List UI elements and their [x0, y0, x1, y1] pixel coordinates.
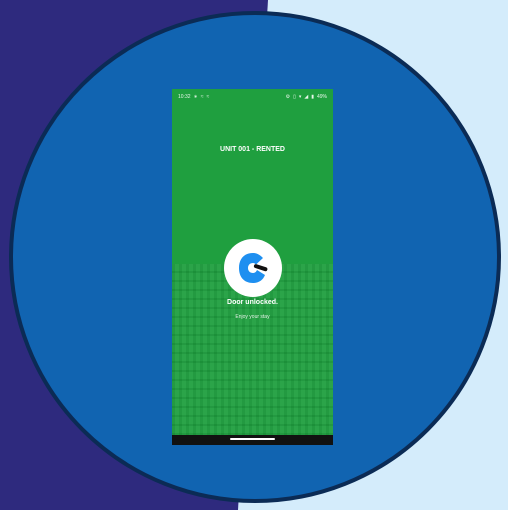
status-left: 10:32 ∗ ≈ ≈: [178, 94, 209, 100]
phone-screen: 10:32 ∗ ≈ ≈ ⚙ ▯ ▾ ◢ ▮ 49% UNIT 001 - REN…: [172, 89, 333, 445]
status-time: 10:32: [178, 94, 191, 100]
battery-icon: ▮: [311, 94, 314, 100]
unit-title: UNIT 001 - RENTED: [220, 146, 285, 153]
home-indicator[interactable]: [230, 438, 275, 440]
door-status-submessage: Enjoy your stay: [235, 314, 270, 320]
wifi-icon: ▾: [298, 94, 302, 100]
status-right: ⚙ ▯ ▾ ◢ ▮ 49%: [286, 94, 327, 100]
settings-icon: ⚙: [285, 94, 291, 100]
door-status-message: Door unlocked.: [227, 299, 278, 306]
door-lock-icon: [224, 239, 282, 297]
navigation-bar: [172, 435, 333, 445]
notification-icon: ≈: [200, 94, 204, 100]
status-bar: 10:32 ∗ ≈ ≈ ⚙ ▯ ▾ ◢ ▮ 49%: [172, 89, 333, 105]
battery-level: 49%: [316, 94, 327, 100]
vibrate-icon: ▯: [293, 94, 296, 100]
notification-icon: ≈: [206, 94, 210, 100]
bluetooth-icon: ∗: [193, 94, 198, 100]
signal-icon: ◢: [304, 94, 309, 100]
